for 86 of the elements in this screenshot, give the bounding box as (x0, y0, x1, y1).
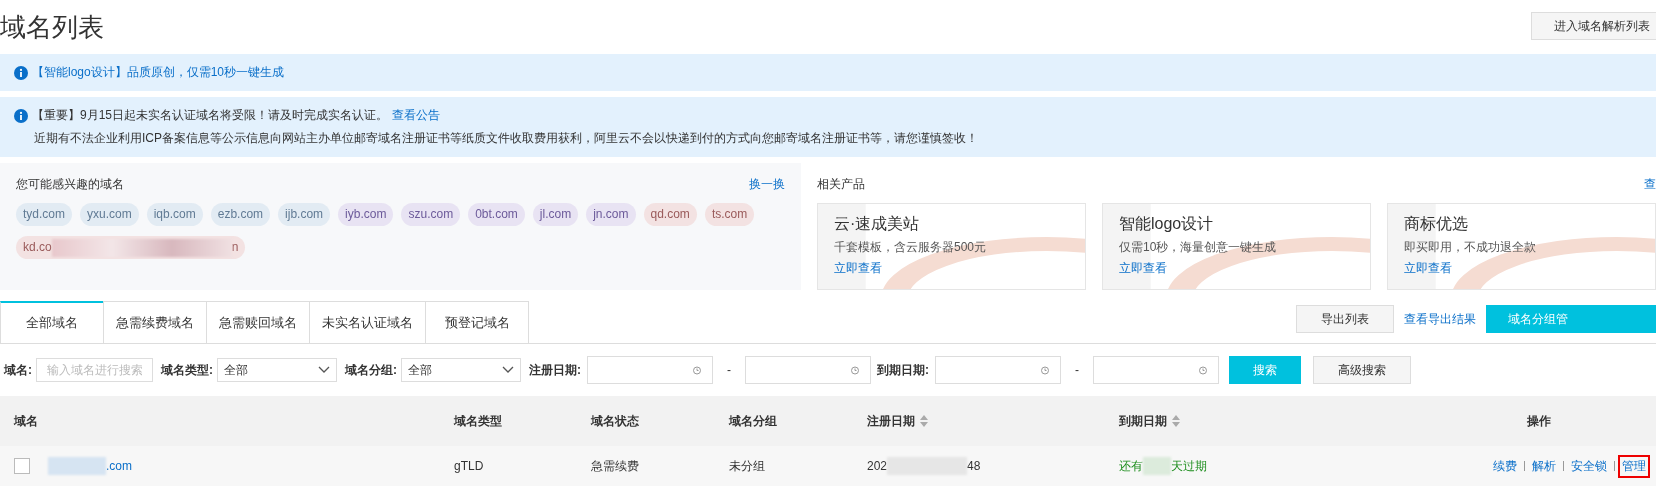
filter-label: 域名类型: (161, 361, 213, 379)
domain-chip[interactable]: jn.com (586, 203, 636, 226)
date-field[interactable] (1093, 356, 1219, 384)
domain-chip[interactable]: qd.com (643, 203, 697, 226)
sort-icon[interactable] (1171, 414, 1181, 428)
column-header: 到期日期 (1119, 412, 1167, 430)
domain-chip[interactable]: ijb.com (278, 203, 331, 226)
redaction-blur (1143, 457, 1171, 475)
sort-icon[interactable] (919, 414, 929, 428)
column-header: 域名分组 (729, 412, 777, 430)
range-dash: - (1075, 363, 1079, 377)
domain-chip[interactable]: ezb.com (210, 203, 271, 226)
date-field[interactable] (587, 356, 713, 384)
action-link[interactable]: 安全锁 (1569, 456, 1609, 476)
advanced-search-button[interactable]: 高级搜索 (1313, 356, 1411, 384)
product-description: 即买即用，不成功退全款 (1404, 239, 1537, 256)
product-card[interactable]: 智能logo设计 仅需10秒，海量创意一键生成 立即查看 (1102, 203, 1371, 290)
domain-chip[interactable]: tyd.com (16, 203, 72, 226)
product-description: 仅需10秒，海量创意一键生成 (1119, 239, 1278, 256)
view-link[interactable]: 立即查看 (1404, 260, 1639, 277)
column-header: 域名类型 (454, 412, 502, 430)
table-cell: gTLD (454, 459, 484, 473)
refresh-link[interactable]: 换一换 (749, 175, 785, 193)
product-name: 智能logo设计 (1119, 214, 1215, 234)
action-link[interactable]: 续费 (1491, 456, 1519, 476)
dns-list-button[interactable]: 进入域名解析列表 (1531, 12, 1656, 40)
alarm-clock-icon (692, 365, 702, 375)
column-header: 域名 (14, 412, 38, 430)
notice-text: 近期有不法企业利用ICP备案信息等公示信息向网站主办单位邮寄域名注册证书等纸质文件收取费用获利，阿里云不会以快递到付的方式向您邮寄域名注册证书等，请您谨慎签收！ (33, 130, 979, 147)
product-name: 商标优选 (1404, 214, 1469, 234)
page-title: 域名列表 (0, 11, 104, 44)
product-name: 云·速成美站 (834, 214, 921, 234)
table-cell: 未分组 (729, 457, 765, 475)
tab[interactable]: 全部域名 (0, 301, 104, 343)
product-card[interactable]: 云·速成美站 千套模板，含云服务器500元 立即查看 (817, 203, 1086, 290)
chevron-icon (318, 366, 330, 374)
domain-link[interactable]: .com (106, 459, 132, 473)
filter-label: 注册日期: (529, 361, 581, 379)
alarm-clock-icon (1040, 365, 1050, 375)
filter-label: 到期日期: (877, 361, 929, 379)
alarm-clock-icon (850, 365, 860, 375)
redaction-blur (48, 457, 106, 475)
date-field[interactable] (935, 356, 1061, 384)
type-dropdown[interactable]: 全部 (217, 358, 337, 382)
table-cell: 202 (867, 459, 888, 473)
product-description: 千套模板，含云服务器500元 (834, 239, 988, 256)
info-icon (14, 65, 28, 80)
domain-chip[interactable]: 0bt.com (468, 203, 525, 226)
filter-label: 域名分组: (345, 361, 397, 379)
section-title: 相关产品 (817, 175, 865, 193)
domain-chip[interactable]: jl.com (532, 203, 579, 226)
range-dash: - (727, 363, 731, 377)
tab[interactable]: 预登记域名 (425, 301, 529, 343)
table-cell: 还有 (1119, 457, 1143, 475)
export-results-link[interactable]: 查看导出结果 (1404, 310, 1476, 328)
domain-chip[interactable]: iyb.com (338, 203, 394, 226)
group-dropdown[interactable]: 全部 (401, 358, 521, 382)
product-card[interactable]: 商标优选 即买即用，不成功退全款 立即查看 (1387, 203, 1656, 290)
view-link[interactable]: 立即查看 (1119, 260, 1354, 277)
export-button[interactable]: 导出列表 (1296, 305, 1394, 333)
notice-text: 【重要】9月15日起未实名认证域名将受限！请及时完成实名认证。 (32, 107, 389, 124)
domain-chip[interactable]: ts.com (704, 203, 755, 226)
filter-label: 域名: (4, 361, 32, 379)
more-link[interactable]: 查 (1644, 175, 1656, 193)
action-link[interactable]: 解析 (1530, 456, 1558, 476)
domain-chip[interactable]: iqb.com (146, 203, 203, 226)
table-cell: 急需续费 (591, 457, 639, 475)
domain-chip[interactable]: szu.com (401, 203, 461, 226)
column-header: 操作 (1527, 412, 1551, 430)
column-header: 域名状态 (591, 412, 639, 430)
row-checkbox[interactable] (14, 458, 30, 474)
chevron-icon (502, 366, 514, 374)
domain-chip[interactable]: yxu.com (80, 203, 139, 226)
notice-link[interactable]: 查看公告 (392, 107, 441, 124)
section-title: 您可能感兴趣的域名 (16, 175, 124, 193)
domain-chip[interactable]: kd.co n (16, 236, 246, 259)
table-cell: 天过期 (1171, 457, 1207, 475)
domain-search-field[interactable]: 输入域名进行搜索 (36, 358, 153, 382)
info-icon (14, 108, 28, 123)
date-field[interactable] (745, 356, 871, 384)
table-cell: 48 (967, 459, 981, 473)
notice-text: 【智能logo设计】品质原创，仅需10秒一键生成 (32, 64, 285, 81)
column-header: 注册日期 (867, 412, 915, 430)
action-link[interactable]: 管理 (1620, 456, 1648, 476)
view-link[interactable]: 立即查看 (834, 260, 1069, 277)
alarm-clock-icon (1198, 365, 1208, 375)
